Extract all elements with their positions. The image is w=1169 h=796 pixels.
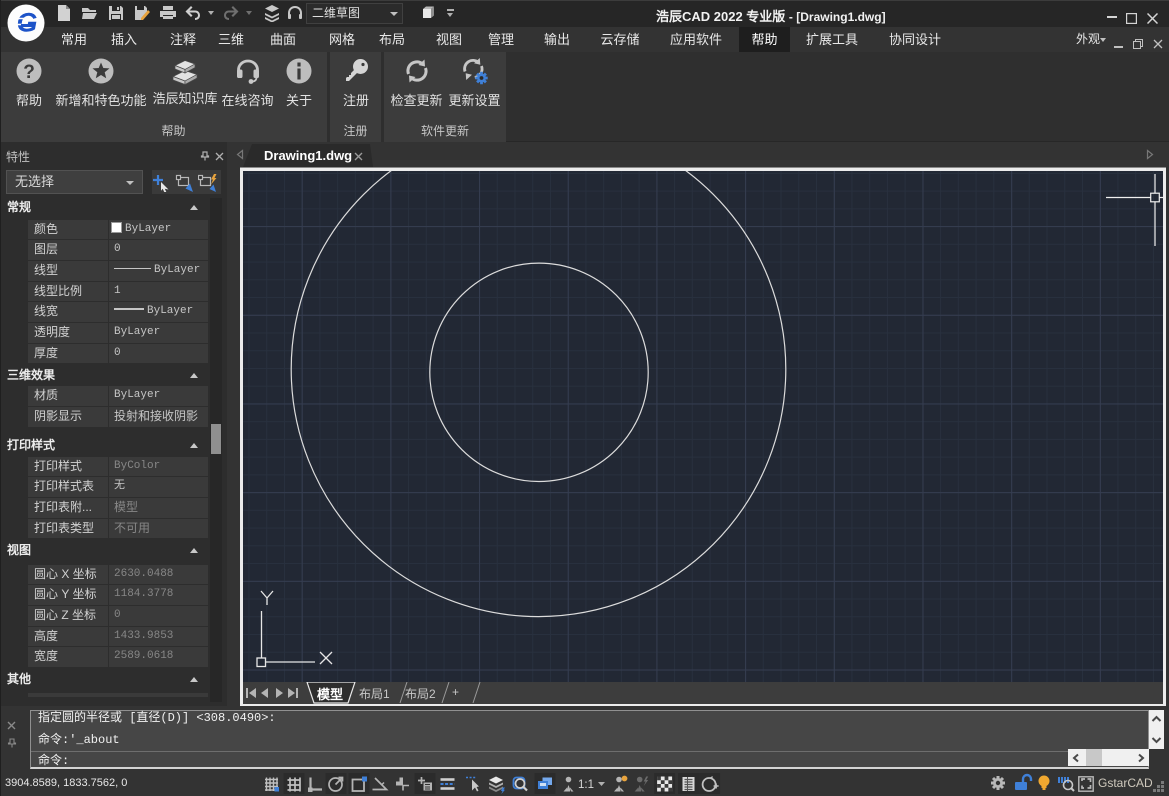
svg-text:1:1: 1:1 <box>578 779 594 791</box>
svg-text:G: G <box>16 8 37 38</box>
svg-text:?: ? <box>23 62 35 83</box>
